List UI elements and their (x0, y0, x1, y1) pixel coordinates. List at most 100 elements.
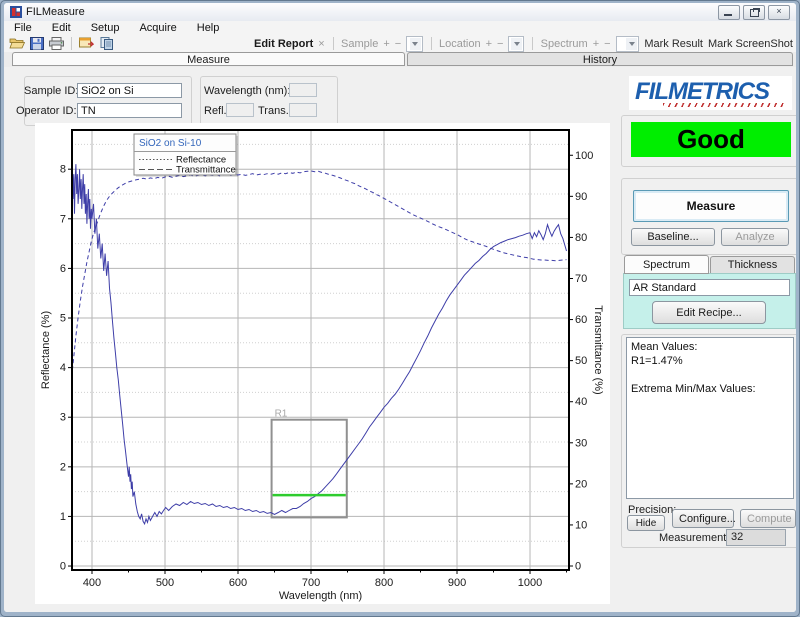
chevron-down-icon (410, 38, 421, 50)
copy-report-icon[interactable] (98, 36, 115, 51)
print-icon[interactable] (48, 36, 65, 51)
compute-button[interactable]: Compute (740, 509, 796, 528)
sample-select[interactable] (406, 36, 422, 52)
menu-bar: File Edit Setup Acquire Help (4, 21, 796, 35)
app-window: FILMeasure × File Edit Setup Acquire Hel… (4, 3, 796, 612)
svg-text:Transmittance: Transmittance (176, 165, 236, 176)
spectrum-group-label: Spectrum (541, 38, 588, 50)
svg-text:60: 60 (575, 314, 587, 326)
results-text: Mean Values: R1=1.47% Extrema Min/Max Va… (626, 337, 794, 499)
wavelength-field (289, 83, 317, 97)
svg-text:8: 8 (60, 164, 66, 176)
svg-text:6: 6 (60, 263, 66, 275)
mark-result-button[interactable]: Mark Result (644, 38, 703, 50)
svg-text:30: 30 (575, 437, 587, 449)
tab-measure[interactable]: Measure (12, 52, 405, 66)
menu-file[interactable]: File (4, 22, 42, 34)
location-remove-button[interactable]: − (497, 38, 503, 50)
measure-button[interactable]: Measure (633, 190, 789, 222)
measurement-number-field: 32 (726, 529, 786, 546)
wavelength-label: Wavelength (nm): (204, 85, 286, 97)
edit-report-button[interactable]: Edit Report (254, 38, 313, 50)
svg-text:2: 2 (60, 461, 66, 473)
restore-button[interactable] (743, 5, 765, 20)
hide-button[interactable]: Hide (627, 515, 665, 531)
sample-id-label: Sample ID: (24, 85, 74, 97)
cursor-readout-group (200, 76, 338, 126)
svg-text:7: 7 (60, 213, 66, 225)
chevron-down-icon (511, 38, 522, 50)
close-icon: × (776, 6, 781, 16)
sample-group-label: Sample (341, 38, 378, 50)
svg-text:10: 10 (575, 519, 587, 531)
location-select[interactable] (508, 36, 524, 52)
svg-text:R1: R1 (275, 409, 288, 420)
mark-screenshot-button[interactable]: Mark ScreenShot (708, 38, 793, 50)
tab-thickness[interactable]: Thickness (710, 256, 795, 274)
results-line: Extrema Min/Max Values: (631, 382, 789, 396)
results-line: R1=1.47% (631, 354, 789, 368)
menu-help[interactable]: Help (187, 22, 230, 34)
svg-text:40: 40 (575, 396, 587, 408)
svg-text:800: 800 (375, 577, 393, 589)
sample-id-input[interactable] (77, 83, 182, 98)
save-icon[interactable] (28, 36, 45, 51)
svg-text:Reflectance (%): Reflectance (%) (40, 311, 52, 389)
logo-hatch-marks (663, 103, 787, 107)
spectrum-chart[interactable]: R101234567801020304050607080901004005006… (35, 123, 610, 604)
menu-acquire[interactable]: Acquire (129, 22, 186, 34)
sample-remove-button[interactable]: − (395, 38, 401, 50)
close-button[interactable]: × (768, 5, 790, 20)
operator-id-input[interactable] (77, 103, 182, 118)
chevron-down-icon (626, 38, 637, 50)
status-indicator: Good (631, 122, 791, 157)
configure-button[interactable]: Configure... (672, 509, 734, 528)
svg-text:20: 20 (575, 478, 587, 490)
results-line (631, 368, 789, 382)
svg-text:0: 0 (575, 561, 581, 573)
trans-field (289, 103, 317, 117)
analyze-button[interactable]: Analyze (721, 228, 789, 246)
logo-text: FILMETRICS (635, 78, 769, 106)
svg-text:0: 0 (60, 561, 66, 573)
main-tab-bar: Measure History (4, 52, 796, 67)
baseline-button[interactable]: Baseline... (631, 228, 715, 246)
svg-text:5: 5 (60, 313, 66, 325)
screenshot-icon[interactable] (78, 36, 95, 51)
app-icon (10, 6, 22, 18)
svg-text:50: 50 (575, 355, 587, 367)
svg-text:Transmittance (%): Transmittance (%) (592, 305, 604, 394)
measure-page: Sample ID: Operator ID: Wavelength (nm):… (4, 67, 796, 612)
tab-spectrum[interactable]: Spectrum (624, 255, 709, 274)
svg-text:90: 90 (575, 191, 587, 203)
svg-text:900: 900 (448, 577, 466, 589)
spectrum-select[interactable] (616, 36, 640, 52)
recipe-name-input[interactable] (629, 279, 790, 296)
refl-field (226, 103, 254, 117)
menu-edit[interactable]: Edit (42, 22, 81, 34)
toolbar: Edit Report × Sample + − Location + − Sp… (4, 35, 796, 53)
spectrum-remove-button[interactable]: − (604, 38, 610, 50)
minimize-button[interactable] (718, 5, 740, 20)
operator-id-label: Operator ID: (16, 105, 74, 117)
menu-setup[interactable]: Setup (81, 22, 130, 34)
measurement-number-label: Measurement # (659, 532, 735, 544)
svg-text:SiO2 on Si-10: SiO2 on Si-10 (139, 138, 202, 149)
svg-text:100: 100 (575, 150, 593, 162)
svg-text:1: 1 (60, 511, 66, 523)
toolbar-separator (71, 37, 72, 50)
svg-text:600: 600 (229, 577, 247, 589)
svg-text:80: 80 (575, 232, 587, 244)
svg-text:Wavelength (nm): Wavelength (nm) (279, 590, 362, 602)
trans-label: Trans.: (258, 105, 292, 117)
open-file-icon[interactable] (8, 36, 25, 51)
edit-report-close-icon[interactable]: × (318, 38, 324, 50)
tab-history[interactable]: History (407, 52, 793, 66)
edit-recipe-button[interactable]: Edit Recipe... (652, 301, 766, 324)
svg-text:4: 4 (60, 362, 66, 374)
spectrum-add-button[interactable]: + (593, 38, 599, 50)
svg-text:500: 500 (156, 577, 174, 589)
location-add-button[interactable]: + (486, 38, 492, 50)
filmetrics-logo: FILMETRICS (629, 76, 792, 110)
sample-add-button[interactable]: + (383, 38, 389, 50)
